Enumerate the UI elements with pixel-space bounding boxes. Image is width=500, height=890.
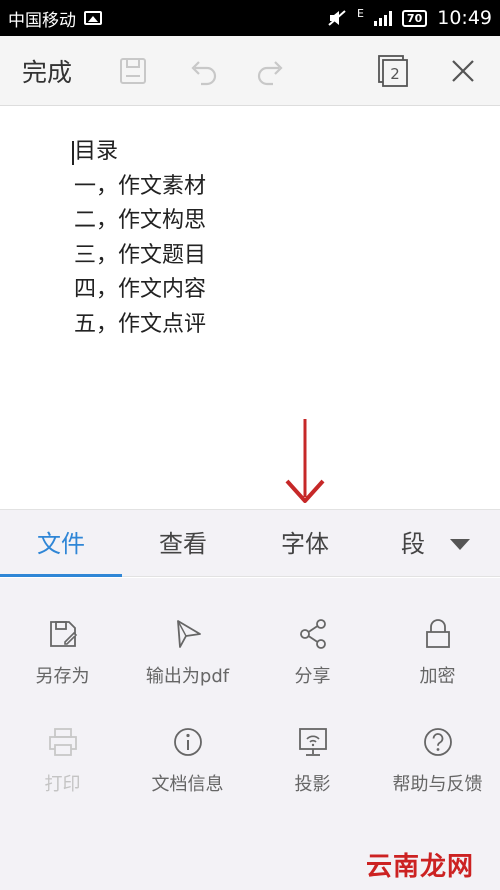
done-button[interactable]: 完成 — [22, 53, 72, 89]
save-icon[interactable] — [116, 54, 150, 88]
print-button[interactable]: 打印 — [0, 726, 125, 822]
chevron-down-icon[interactable] — [446, 530, 474, 558]
carrier-group: 中国移动 — [8, 6, 102, 31]
pages-count: 2 — [390, 65, 400, 83]
close-icon[interactable] — [446, 54, 480, 88]
undo-icon[interactable] — [186, 54, 220, 88]
lock-icon — [426, 619, 450, 648]
redo-icon[interactable] — [254, 54, 288, 88]
projection-button[interactable]: 投影 — [250, 726, 375, 822]
action-label: 加密 — [419, 666, 456, 687]
print-icon — [49, 728, 77, 756]
ribbon-tabbar: 文件 查看 字体 段 — [0, 509, 500, 577]
projection-icon — [299, 728, 327, 756]
doc-line[interactable]: 一，作文素材 — [74, 170, 206, 205]
pages-icon[interactable]: 2 — [376, 54, 410, 88]
active-tab-indicator — [0, 574, 122, 577]
doc-info-button[interactable]: 文档信息 — [125, 726, 250, 822]
tab-file[interactable]: 文件 — [0, 510, 122, 578]
action-label: 文档信息 — [151, 774, 224, 795]
action-label: 投影 — [294, 774, 331, 795]
status-bar: 中国移动 E 70 10:49 — [0, 0, 500, 36]
action-label: 分享 — [294, 666, 331, 687]
document-area[interactable]: 目录 一，作文素材 二，作文构思 三，作文题目 四，作文内容 五，作文点评 — [0, 107, 500, 509]
clock: 10:49 — [437, 7, 492, 29]
action-label: 输出为pdf — [145, 666, 230, 687]
down-arrow-annotation-icon — [285, 419, 325, 503]
text-cursor — [72, 141, 74, 165]
battery-icon: 70 — [401, 9, 428, 27]
info-icon — [174, 728, 202, 756]
export-pdf-icon — [177, 620, 201, 648]
help-feedback-button[interactable]: 帮助与反馈 — [375, 726, 500, 822]
action-label: 帮助与反馈 — [392, 774, 483, 795]
network-type: E — [356, 7, 364, 20]
tab-view[interactable]: 查看 — [122, 510, 244, 578]
share-button[interactable]: 分享 — [250, 618, 375, 714]
tab-font[interactable]: 字体 — [244, 510, 366, 578]
mute-icon — [328, 10, 346, 26]
doc-line[interactable]: 五，作文点评 — [74, 308, 206, 343]
doc-line[interactable]: 四，作文内容 — [74, 273, 206, 308]
carrier-name: 中国移动 — [8, 10, 76, 31]
encrypt-button[interactable]: 加密 — [375, 618, 500, 714]
document-content[interactable]: 目录 一，作文素材 二，作文构思 三，作文题目 四，作文内容 五，作文点评 — [72, 135, 206, 343]
file-actions-panel: 另存为 输出为pdf 分享 加密 打印 文档信息 投影 帮助与反馈 — [0, 578, 500, 890]
image-notification-icon — [84, 11, 102, 25]
doc-line[interactable]: 二，作文构思 — [74, 204, 206, 239]
doc-line[interactable]: 三，作文题目 — [74, 239, 206, 274]
save-as-icon — [50, 621, 78, 647]
action-label: 打印 — [44, 774, 81, 795]
watermark-logo: 云南龙网 — [366, 852, 475, 882]
status-right: E 70 10:49 — [327, 7, 492, 29]
export-pdf-button[interactable]: 输出为pdf — [125, 618, 250, 714]
share-icon — [300, 619, 326, 649]
signal-icon — [373, 10, 392, 26]
save-as-button[interactable]: 另存为 — [0, 618, 125, 714]
doc-line[interactable]: 目录 — [74, 135, 206, 170]
editor-toolbar: 完成 2 — [0, 36, 500, 106]
action-label: 另存为 — [35, 666, 90, 687]
help-icon — [424, 728, 452, 756]
